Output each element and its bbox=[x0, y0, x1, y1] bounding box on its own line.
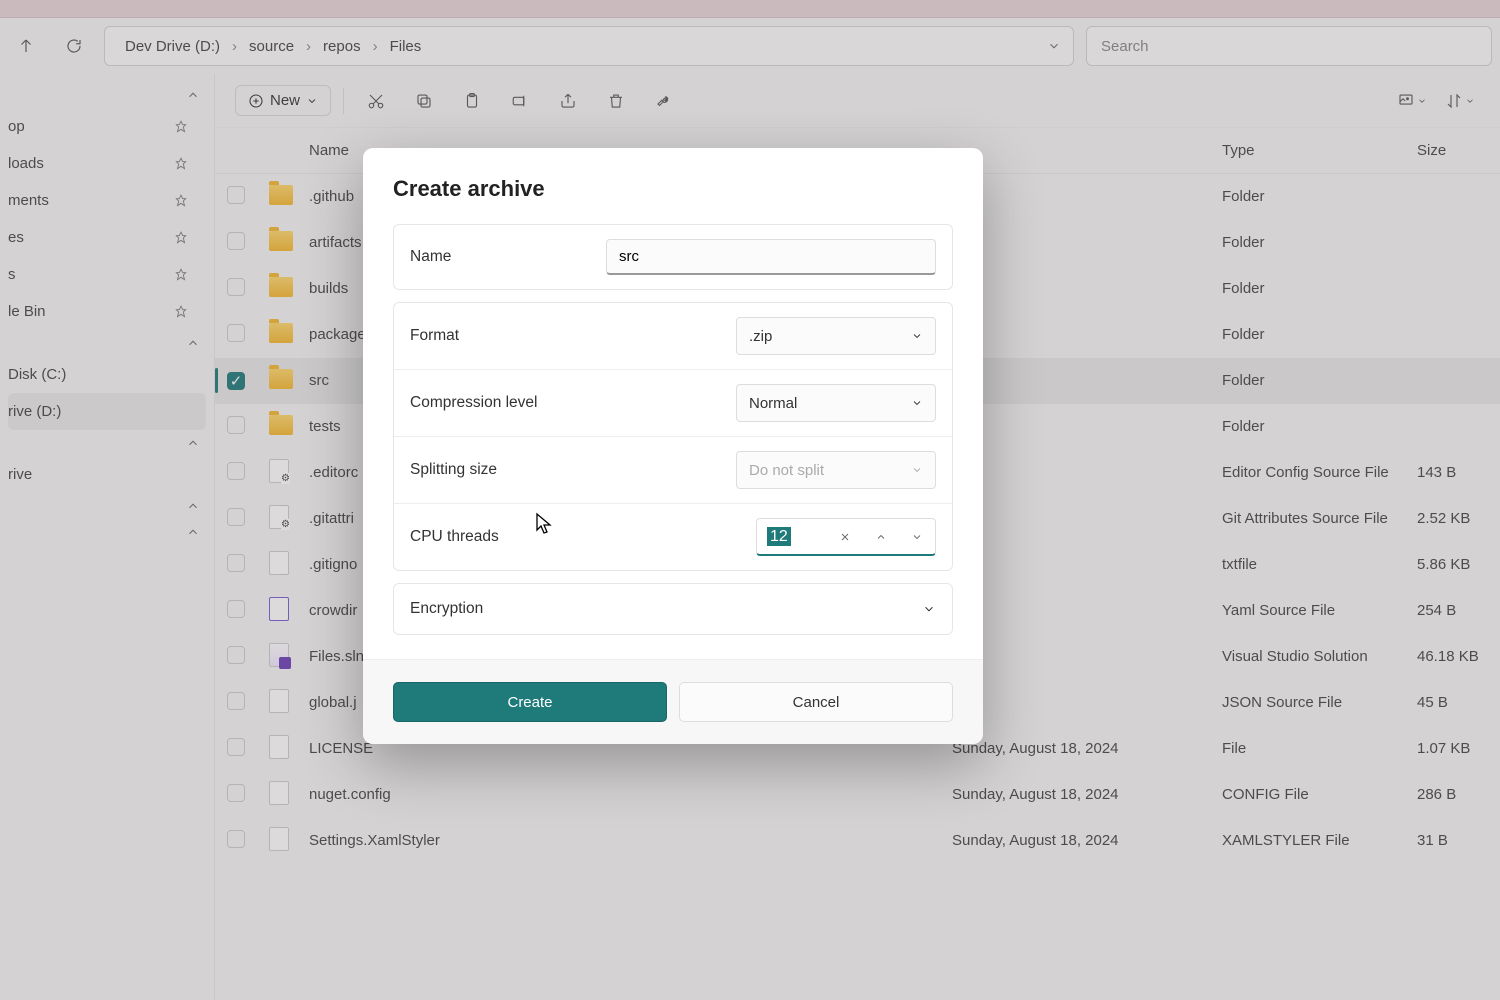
splitting-select[interactable]: Do not split bbox=[736, 451, 936, 489]
dialog-title: Create archive bbox=[393, 176, 953, 202]
compression-label: Compression level bbox=[410, 394, 736, 412]
create-archive-dialog: Create archive Name Format .zip Compress… bbox=[363, 148, 983, 744]
encryption-expander[interactable]: Encryption bbox=[393, 583, 953, 635]
cancel-button[interactable]: Cancel bbox=[679, 682, 953, 722]
name-label: Name bbox=[410, 248, 606, 266]
compression-select[interactable]: Normal bbox=[736, 384, 936, 422]
cpu-down-icon[interactable] bbox=[899, 519, 935, 554]
format-select[interactable]: .zip bbox=[736, 317, 936, 355]
cpu-clear-icon[interactable] bbox=[827, 519, 863, 554]
cpu-threads-input[interactable]: 12 bbox=[756, 518, 936, 556]
archive-name-input[interactable] bbox=[606, 239, 936, 275]
format-label: Format bbox=[410, 327, 736, 345]
create-button[interactable]: Create bbox=[393, 682, 667, 722]
splitting-label: Splitting size bbox=[410, 461, 736, 479]
cpu-label: CPU threads bbox=[410, 528, 756, 546]
cpu-up-icon[interactable] bbox=[863, 519, 899, 554]
